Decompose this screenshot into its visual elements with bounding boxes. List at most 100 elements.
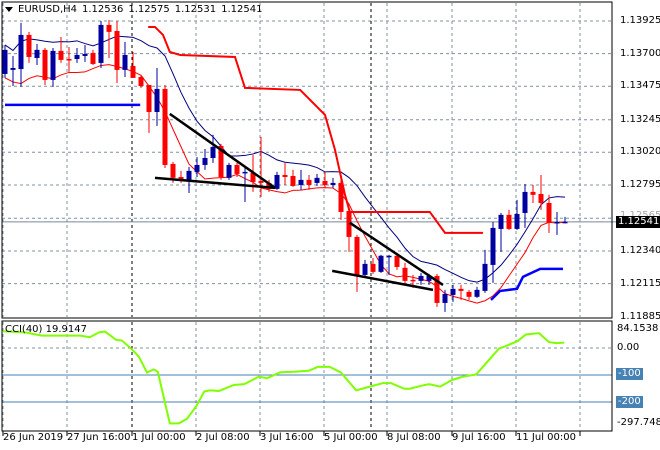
time-tick: 2 Jul 08:00 [196, 432, 250, 443]
time-tick: 27 Jun 16:00 [67, 432, 131, 443]
price-tick: 1.13925 [620, 15, 660, 26]
candle-body [418, 275, 424, 281]
candle-body [354, 236, 360, 275]
candle-body [450, 288, 456, 295]
candle-body [194, 164, 200, 172]
candle-body [482, 263, 488, 291]
cci-line [2, 330, 565, 425]
candle-body [514, 213, 520, 229]
dropdown-triangle-icon[interactable] [5, 7, 13, 12]
candle-body [162, 88, 168, 165]
chart-header: EURUSD,H4 1.12536 1.12575 1.12531 1.1254… [5, 4, 262, 15]
red-stop-line [148, 25, 483, 234]
candle-body [474, 289, 480, 297]
time-tick: 1 Jul 00:00 [132, 432, 186, 443]
candle-body [562, 221, 568, 224]
price-tick: 1.12340 [620, 245, 660, 256]
high-value: 1.12575 [128, 4, 170, 15]
candle-body [530, 191, 536, 195]
candle-body [538, 193, 544, 203]
cci-min-label: -297.7482 [617, 417, 660, 428]
candle-body [498, 214, 504, 229]
candle-body [26, 34, 32, 57]
price-tick: 1.13245 [620, 114, 660, 125]
upper-moving-average-line [4, 35, 566, 283]
candle-body [18, 34, 24, 70]
low-value: 1.12531 [174, 4, 217, 15]
candle-body [258, 180, 264, 183]
candle-body [554, 221, 560, 224]
candle-body [130, 65, 136, 78]
candle-body [490, 227, 496, 265]
indicator-pane-border [1, 320, 613, 432]
candle-body [282, 174, 288, 177]
candle-body [330, 182, 336, 185]
cci-level-200-label: -200 [616, 396, 643, 408]
candle-body [186, 170, 192, 180]
chart-window[interactable]: EURUSD,H4 1.12536 1.12575 1.12531 1.1254… [0, 0, 660, 450]
candle-body [466, 291, 472, 297]
price-tick: 1.12115 [620, 278, 660, 289]
candle-body [66, 59, 72, 61]
candle-body [10, 68, 16, 70]
candle-body [394, 255, 400, 267]
price-tick: 1.11885 [620, 311, 660, 322]
candle-body [170, 163, 176, 178]
time-tick: 9 Jul 16:00 [452, 432, 506, 443]
candle-body [138, 77, 144, 87]
time-tick: 26 Jun 2019 [3, 432, 64, 443]
candle-body [82, 53, 88, 56]
price-tick: 1.13700 [620, 48, 660, 59]
current-price-label: 1.12541 [616, 216, 660, 228]
price-tick: 1.13020 [620, 146, 660, 157]
time-tick: 8 Jul 08:00 [387, 432, 441, 443]
candle-body [370, 263, 376, 272]
price-tick: 1.13475 [620, 80, 660, 91]
candle-body [42, 49, 48, 80]
candle-body [378, 255, 384, 272]
candle-body [386, 255, 392, 258]
candle-body [34, 49, 40, 59]
candle-body [242, 171, 248, 174]
candle-body [202, 157, 208, 165]
candle-body [290, 175, 296, 186]
candle-body [442, 293, 448, 303]
price-chart[interactable] [0, 0, 660, 450]
candle-body [114, 31, 120, 70]
candle-body [226, 164, 232, 178]
candle-body [2, 49, 8, 74]
symbol-label: EURUSD,H4 [18, 4, 78, 15]
candle-body [322, 180, 328, 185]
candle-body [74, 54, 80, 60]
candle-body [154, 88, 160, 112]
cci-title: CCI(40) 19.9147 [5, 324, 87, 335]
candle-body [210, 146, 216, 158]
candle-body [362, 263, 368, 275]
candle-body [522, 191, 528, 213]
time-tick: 3 Jul 16:00 [260, 432, 314, 443]
candle-body [146, 84, 152, 112]
time-tick: 5 Jul 00:00 [324, 432, 378, 443]
main-pane-border [1, 1, 613, 319]
candle-body [314, 177, 320, 183]
candle-body [58, 50, 64, 60]
candle-body [458, 288, 464, 291]
candle-body [402, 267, 408, 281]
blue-stop-line [490, 267, 563, 301]
candle-body [50, 50, 56, 80]
trendline [331, 269, 434, 292]
candle-body [90, 52, 96, 64]
price-tick: 1.12795 [620, 179, 660, 190]
open-value: 1.12536 [82, 4, 124, 15]
cci-zero-label: 0.00 [617, 342, 640, 353]
candle-body [122, 54, 128, 70]
candle-body [306, 179, 312, 185]
candle-body [106, 24, 112, 32]
candle-body [338, 182, 344, 212]
time-tick: 11 Jul 00:00 [516, 432, 576, 443]
cci-level-100-label: -100 [616, 368, 643, 380]
candle-body [98, 24, 104, 63]
candle-body [298, 179, 304, 185]
candle-body [506, 214, 512, 229]
cci-max-label: 84.1538 [617, 323, 659, 334]
